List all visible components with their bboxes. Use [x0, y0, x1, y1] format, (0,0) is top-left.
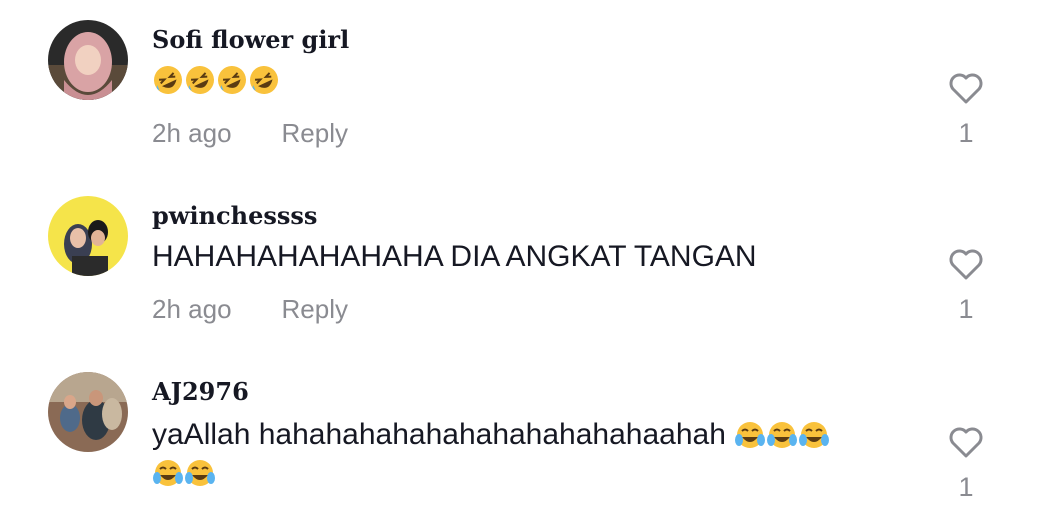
heart-icon [949, 249, 983, 280]
avatar[interactable] [48, 20, 128, 100]
reply-button[interactable]: Reply [282, 118, 348, 149]
comment-text: HAHAHAHAHAHAHA DIA ANGKAT TANGAN [152, 240, 757, 273]
comment-username[interactable]: AJ2976 [152, 377, 249, 406]
comment-meta: 2h ago Reply [152, 118, 348, 149]
comment-item: AJ2976 yaAllah hahahahahahahahahahahahaa… [0, 352, 1038, 516]
avatar-image [48, 20, 128, 100]
like-count: 1 [958, 472, 974, 502]
avatar-image [48, 196, 128, 276]
like-button[interactable]: 1 [944, 68, 988, 149]
face-with-tears-of-joy-emoji [767, 422, 798, 449]
face-with-tears-of-joy-emoji [735, 422, 766, 449]
comment-username[interactable]: Sofi flower girl [152, 25, 349, 54]
face-with-tears-of-joy-emoji [153, 460, 183, 487]
comment-item: pwinchessss HAHAHAHAHAHAHA DIA ANGKAT TA… [0, 176, 1038, 352]
rolling-on-floor-laughing-emoji [250, 66, 278, 94]
face-with-tears-of-joy-emoji [185, 460, 215, 487]
like-button[interactable]: 1 [944, 244, 988, 325]
rolling-on-floor-laughing-emoji [218, 66, 246, 94]
comment-meta: 2h ago Reply [152, 294, 348, 325]
comment-text-content: yaAllah hahahahahahahahahahahahaahah [152, 418, 726, 451]
avatar[interactable] [48, 372, 128, 452]
comment-timestamp: 2h ago [152, 118, 232, 148]
comment-timestamp: 2h ago [152, 294, 232, 324]
like-count: 1 [958, 118, 974, 148]
comment-username[interactable]: pwinchessss [152, 201, 317, 230]
heart-icon [949, 73, 983, 104]
comment-emoji-text [152, 64, 280, 98]
avatar-image [48, 372, 128, 452]
heart-icon [949, 427, 983, 458]
avatar[interactable] [48, 196, 128, 276]
rolling-on-floor-laughing-emoji [186, 66, 214, 94]
rolling-on-floor-laughing-emoji [154, 66, 182, 94]
like-count: 1 [958, 294, 974, 324]
comment-item: Sofi flower girl 2h ago Reply 1 [0, 0, 1038, 176]
face-with-tears-of-joy-emoji [799, 422, 830, 449]
like-button[interactable]: 1 [944, 422, 988, 503]
reply-button[interactable]: Reply [282, 294, 348, 325]
comment-text: yaAllah hahahahahahahahahahahahaahah [152, 416, 922, 492]
